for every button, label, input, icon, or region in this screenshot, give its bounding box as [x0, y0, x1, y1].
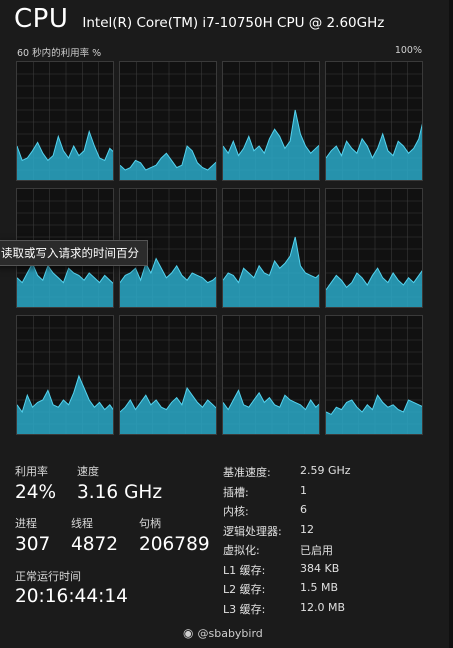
core-usage-area [120, 388, 216, 434]
uptime-label: 正常运行时间 [15, 570, 81, 583]
spec-value: 2.59 GHz [300, 464, 351, 477]
spec-label: 逻辑处理器: [223, 524, 282, 538]
core-usage-line [326, 123, 422, 160]
core-usage-area [17, 131, 113, 180]
utilization-value: 24% [15, 482, 57, 503]
spec-value: 12.0 MB [300, 600, 346, 614]
uptime-value: 20:16:44:14 [15, 586, 128, 607]
threads-label: 线程 [71, 517, 93, 530]
spec-label: L3 缓存: [223, 602, 266, 616]
core-graph-svg [326, 189, 422, 307]
core-graph-svg [223, 189, 319, 307]
cpu-header: CPU Intel(R) Core(TM) i7-10750H CPU @ 2.… [14, 4, 384, 34]
spec-value: 12 [300, 522, 314, 536]
core-usage-area [17, 263, 113, 307]
handles-value: 206789 [139, 534, 210, 555]
speed-value: 3.16 GHz [77, 482, 163, 503]
core-graph [222, 315, 320, 435]
page-title: CPU [14, 4, 69, 34]
weibo-icon: ◉ [183, 626, 194, 640]
tooltip: 读取或写入请求的时间百分 [0, 240, 148, 266]
core-graph [16, 61, 114, 181]
spec-label: 内核: [223, 505, 249, 518]
core-graph [222, 61, 320, 181]
spec-value: 已启用 [300, 544, 333, 557]
spec-label: L2 缓存: [223, 583, 266, 596]
handles-label: 句柄 [139, 517, 161, 530]
core-graph [325, 188, 423, 308]
core-graph-svg [120, 62, 216, 180]
utilization-label: 利用率 [15, 465, 48, 478]
core-usage-area [326, 268, 422, 307]
spec-value: 384 KB [300, 561, 340, 575]
core-graph [119, 61, 217, 181]
processes-label: 进程 [15, 517, 37, 530]
watermark: ◉ @sbabybird [183, 626, 263, 640]
core-graph-svg [326, 62, 422, 180]
core-graph-svg [120, 316, 216, 434]
core-graph [222, 188, 320, 308]
speed-label: 速度 [77, 465, 99, 478]
graph-max-label: 100% [394, 45, 422, 56]
spec-value: 1.5 MB [300, 581, 339, 594]
core-graph-svg [17, 62, 113, 180]
spec-label: 插槽: [223, 485, 249, 499]
core-graph [119, 315, 217, 435]
spec-label: 虚拟化: [223, 544, 260, 557]
watermark-text: @sbabybird [197, 626, 263, 640]
core-graph-svg [17, 316, 113, 434]
threads-value: 4872 [71, 534, 119, 555]
core-usage-area [326, 125, 422, 180]
window-edge [449, 0, 453, 648]
core-graph [325, 315, 423, 435]
spec-label: 基准速度: [223, 466, 271, 479]
core-usage-area [120, 258, 216, 307]
spec-value: 6 [300, 503, 307, 516]
core-graph-svg [223, 62, 319, 180]
core-usage-area [120, 146, 216, 180]
core-graph [325, 61, 423, 181]
spec-label: L1 缓存: [223, 563, 266, 577]
graph-axis-label: 60 秒内的利用率 % [17, 48, 102, 59]
core-graph [16, 315, 114, 435]
core-graph-svg [326, 316, 422, 434]
spec-value: 1 [300, 483, 307, 497]
core-usage-area [223, 390, 319, 434]
cpu-model: Intel(R) Core(TM) i7-10750H CPU @ 2.60GH… [82, 15, 385, 31]
processes-value: 307 [15, 534, 51, 555]
core-graph-svg [223, 316, 319, 434]
